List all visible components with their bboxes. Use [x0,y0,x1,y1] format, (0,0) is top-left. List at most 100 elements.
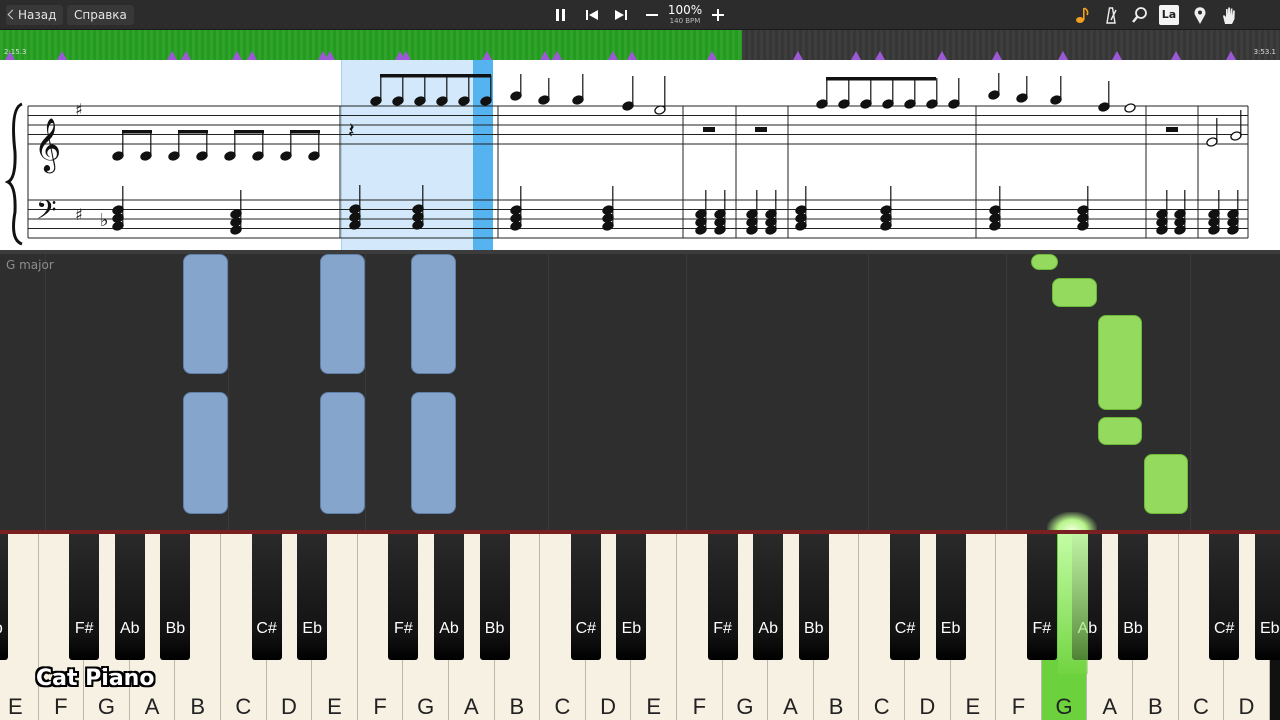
black-key[interactable]: Eb [616,534,647,660]
help-button[interactable]: Справка [67,5,134,25]
notation-note [838,78,850,109]
section-marker[interactable] [707,51,717,60]
measure-gridline [1190,254,1191,534]
notation-note [622,76,634,111]
minus-icon[interactable] [641,5,663,25]
black-key[interactable]: Bb [1118,534,1148,660]
hand-icon[interactable] [1218,4,1240,26]
black-key[interactable]: C# [1209,534,1240,660]
black-key[interactable]: Ab [434,534,464,660]
notation-note [1206,118,1218,147]
section-marker[interactable] [793,51,803,60]
section-marker[interactable] [401,51,411,60]
section-marker[interactable] [1112,51,1122,60]
note-beam [290,130,320,134]
black-key[interactable]: Eb [1254,534,1280,660]
white-key-label: F [373,694,387,719]
note-hit-spark [1047,512,1097,530]
black-key[interactable]: F# [707,534,738,660]
section-marker[interactable] [1171,51,1181,60]
white-key-label: D [280,694,297,719]
note-beam [424,74,468,78]
score-notation: 𝄞 𝄢 ♯ ♯ 𝄽 ♭ [4,73,1249,246]
grand-staff-brace [4,102,23,246]
section-marker[interactable] [937,51,947,60]
elapsed-time: 2:15.3 [4,48,27,56]
white-key-label: A [1102,694,1118,719]
black-key-label: C# [575,620,597,637]
sheet-music: 𝄞 𝄢 ♯ ♯ 𝄽 ♭ [0,60,1280,250]
black-key[interactable]: F# [388,534,419,660]
notation-note [1050,76,1062,105]
section-marker[interactable] [325,51,335,60]
notation-note [860,78,872,109]
black-key[interactable]: C# [251,534,282,660]
black-key[interactable]: Ab [114,534,145,660]
notation-note [904,78,916,109]
black-key[interactable]: Eb [0,534,8,660]
black-key-label: Eb [940,620,961,637]
piano-keyboard[interactable]: E F G A B C D E F G A B C D E F G A B C D E F G A B C D Eb F# Ab Bb C# Eb… [0,530,1280,720]
black-key-label: F# [1032,620,1052,637]
section-marker[interactable] [540,51,550,60]
back-button[interactable]: Назад [6,5,64,25]
section-marker[interactable] [1058,51,1068,60]
notation-note [140,132,152,161]
note-beam [178,130,208,134]
right-hand-note [1052,278,1097,307]
next-icon[interactable] [610,5,632,25]
song-progress-bar[interactable]: 2:15.3 3:53.1 [0,30,1280,60]
notation-note [510,74,522,101]
section-marker[interactable] [608,51,618,60]
left-hand-note [411,392,456,514]
section-marker[interactable] [627,51,637,60]
note-beam [122,130,152,134]
active-key-glow [1058,534,1088,674]
black-key[interactable]: Bb [479,534,510,660]
black-key-label: C# [894,620,916,637]
black-key[interactable]: Bb [160,534,191,660]
black-key[interactable]: Eb [297,534,328,660]
metronome-icon[interactable] [1100,4,1122,26]
measure-gridline [868,254,869,534]
notation-note [1016,76,1028,103]
black-key[interactable]: F# [1026,534,1057,660]
rest-symbol [1166,127,1178,132]
black-key[interactable]: F# [69,534,100,660]
black-key-label: F# [74,620,94,637]
black-key[interactable]: Ab [753,534,784,660]
white-key-label: F [1011,694,1026,719]
white-key-label: C [235,694,252,719]
marker-icon[interactable] [1189,4,1211,26]
measure-gridline [686,254,687,534]
key-signature-sharp: ♯ [75,100,83,119]
section-marker[interactable] [247,51,257,60]
label-icon[interactable]: La [1159,5,1179,25]
section-marker[interactable] [552,51,562,60]
section-marker[interactable] [181,51,191,60]
pause-icon[interactable] [550,5,572,25]
section-marker[interactable] [992,51,1002,60]
section-marker[interactable] [57,51,67,60]
note-icon[interactable] [1071,4,1093,26]
black-key[interactable]: C# [570,534,601,660]
notation-note [252,132,264,161]
black-key[interactable]: C# [890,534,920,660]
progress-remaining [742,30,1280,60]
section-marker[interactable] [875,51,885,60]
section-marker[interactable] [167,51,177,60]
section-marker[interactable] [232,51,242,60]
note-roll [0,250,1280,534]
black-key[interactable]: Eb [935,534,966,660]
note-beam [826,77,870,81]
magnifier-icon[interactable] [1129,4,1151,26]
section-marker[interactable] [851,51,861,60]
black-key-label: Eb [302,620,322,637]
channel-watermark: Cat Piano [36,666,155,691]
plus-icon[interactable] [707,5,729,25]
note-beam [870,77,914,81]
section-marker[interactable] [482,51,492,60]
previous-icon[interactable] [581,5,603,25]
black-key[interactable]: Bb [798,534,829,660]
section-marker[interactable] [1226,51,1236,60]
